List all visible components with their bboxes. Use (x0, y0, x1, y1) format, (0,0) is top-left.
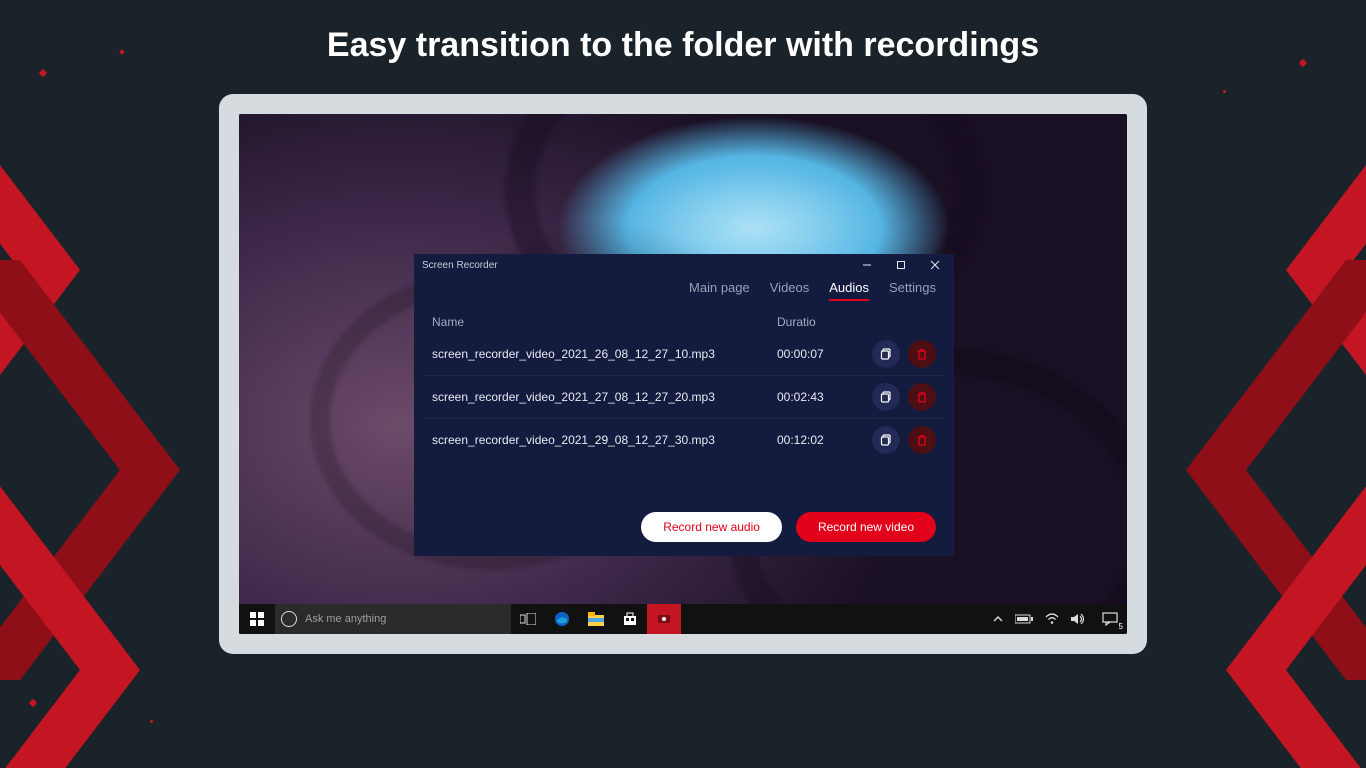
app-footer: Record new audio Record new video (414, 498, 954, 556)
delete-button[interactable] (908, 383, 936, 411)
taskbar-edge-icon[interactable] (545, 604, 579, 634)
taskbar-file-explorer-icon[interactable] (579, 604, 613, 634)
window-maximize-button[interactable] (884, 254, 918, 276)
device-screen: Screen Recorder Main page Videos Au (239, 114, 1127, 634)
table-row: screen_recorder_video_2021_29_08_12_27_3… (426, 419, 942, 461)
window-titlebar[interactable]: Screen Recorder (414, 254, 954, 276)
column-name: Name (432, 315, 777, 329)
taskbar-screen-recorder-icon[interactable] (647, 604, 681, 634)
copy-button[interactable] (872, 383, 900, 411)
row-filename: screen_recorder_video_2021_27_08_12_27_2… (432, 390, 777, 404)
copy-button[interactable] (872, 340, 900, 368)
record-new-audio-button[interactable]: Record new audio (641, 512, 782, 542)
tab-main-page[interactable]: Main page (689, 280, 750, 301)
tab-videos[interactable]: Videos (770, 280, 810, 301)
tray-battery-icon[interactable] (1015, 614, 1033, 624)
copy-button[interactable] (872, 426, 900, 454)
notification-count: 5 (1119, 622, 1123, 631)
delete-button[interactable] (908, 340, 936, 368)
cortana-icon (281, 611, 297, 627)
action-center-button[interactable]: 5 (1093, 604, 1127, 634)
search-placeholder: Ask me anything (305, 613, 386, 625)
window-close-button[interactable] (918, 254, 952, 276)
table-row: screen_recorder_video_2021_26_08_12_27_1… (426, 333, 942, 376)
window-minimize-button[interactable] (850, 254, 884, 276)
tray-chevron-up-icon[interactable] (993, 614, 1003, 624)
column-duration: Duratio (777, 315, 816, 329)
device-frame: Screen Recorder Main page Videos Au (219, 94, 1147, 654)
table-header: Name Duratio (414, 309, 954, 333)
system-tray[interactable] (985, 613, 1093, 625)
window-title: Screen Recorder (422, 260, 498, 271)
taskbar-store-icon[interactable] (613, 604, 647, 634)
delete-button[interactable] (908, 426, 936, 454)
record-new-video-button[interactable]: Record new video (796, 512, 936, 542)
row-duration: 00:02:43 (777, 390, 847, 404)
app-tabs: Main page Videos Audios Settings (414, 276, 954, 309)
row-duration: 00:12:02 (777, 433, 847, 447)
screen-recorder-window: Screen Recorder Main page Videos Au (414, 254, 954, 556)
row-duration: 00:00:07 (777, 347, 847, 361)
windows-taskbar: Ask me anything (239, 604, 1127, 634)
cortana-search[interactable]: Ask me anything (275, 604, 511, 634)
start-button[interactable] (239, 604, 275, 634)
row-filename: screen_recorder_video_2021_29_08_12_27_3… (432, 433, 777, 447)
row-filename: screen_recorder_video_2021_26_08_12_27_1… (432, 347, 777, 361)
tray-volume-icon[interactable] (1071, 613, 1085, 625)
table-body: screen_recorder_video_2021_26_08_12_27_1… (414, 333, 954, 461)
marketing-background: Easy transition to the folder with recor… (0, 0, 1366, 768)
task-view-button[interactable] (511, 604, 545, 634)
tray-wifi-icon[interactable] (1045, 613, 1059, 625)
table-row: screen_recorder_video_2021_27_08_12_27_2… (426, 376, 942, 419)
tab-settings[interactable]: Settings (889, 280, 936, 301)
tab-audios[interactable]: Audios (829, 280, 869, 301)
marketing-headline: Easy transition to the folder with recor… (0, 26, 1366, 65)
